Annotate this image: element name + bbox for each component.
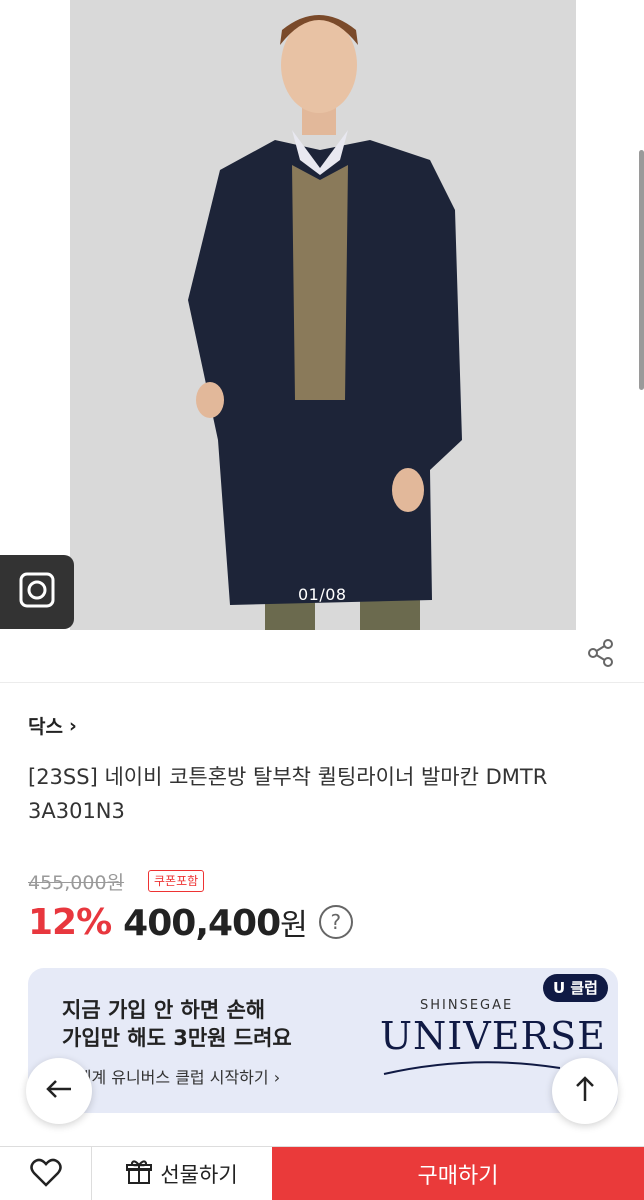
- product-gallery[interactable]: 01/08: [0, 0, 644, 630]
- help-icon[interactable]: ?: [318, 905, 353, 939]
- shinsegae-logo-text: SHINSEGAE: [420, 998, 514, 1013]
- back-button[interactable]: [26, 1058, 92, 1124]
- banner-headline: 지금 가입 안 하면 손해: [62, 998, 266, 1022]
- product-title: [23SS] 네이비 코튼혼방 탈부착 퀼팅라이너 발마칸 DMTR 3A301…: [28, 765, 548, 823]
- arrow-left-icon: [44, 1074, 74, 1108]
- scroll-top-button[interactable]: [552, 1058, 618, 1124]
- scrollbar-thumb[interactable]: [639, 150, 644, 390]
- uclub-badge: U 클럽: [542, 974, 608, 1002]
- currency-unit: 원: [280, 908, 308, 943]
- bottom-action-bar: 선물하기 구매하기: [0, 1146, 644, 1200]
- brand-link[interactable]: 닥스 ›: [28, 712, 77, 739]
- wishlist-button[interactable]: [0, 1147, 92, 1200]
- original-price: 455,000원: [28, 872, 125, 894]
- chevron-right-icon: ›: [68, 714, 77, 737]
- sale-price: 400,400원: [123, 900, 308, 944]
- camera-button[interactable]: [0, 555, 74, 629]
- price-row: 12% 400,400원 ?: [28, 900, 353, 944]
- heart-icon: [28, 1154, 64, 1194]
- gift-label: 선물하기: [160, 1163, 238, 1187]
- banner-subheadline: 가입만 해도 3만원 드려요: [62, 1026, 292, 1050]
- share-icon: [586, 638, 616, 672]
- gift-button[interactable]: 선물하기: [92, 1147, 272, 1200]
- share-button[interactable]: [584, 638, 618, 672]
- product-photo[interactable]: [70, 0, 576, 630]
- gift-icon: [126, 1159, 153, 1190]
- universe-logo-swoosh: [383, 1061, 561, 1075]
- camera-icon: [18, 571, 56, 613]
- universe-logo-text: UNIVERSE: [380, 1014, 606, 1058]
- arrow-up-icon: [570, 1074, 600, 1108]
- discount-rate: 12%: [28, 901, 112, 943]
- sale-price-value: 400,400: [123, 903, 281, 944]
- coat-model-illustration: [70, 0, 576, 630]
- buy-button[interactable]: 구매하기: [272, 1147, 644, 1200]
- section-divider: [0, 682, 644, 683]
- universe-club-banner[interactable]: 지금 가입 안 하면 손해 가입만 해도 3만원 드려요 신세계 유니버스 클럽…: [28, 968, 618, 1113]
- banner-start-link[interactable]: 신세계 유니버스 클럽 시작하기 ›: [62, 1064, 280, 1088]
- coupon-badge: 쿠폰포함: [148, 870, 205, 892]
- brand-name: 닥스: [28, 716, 63, 738]
- image-counter: 01/08: [298, 585, 347, 604]
